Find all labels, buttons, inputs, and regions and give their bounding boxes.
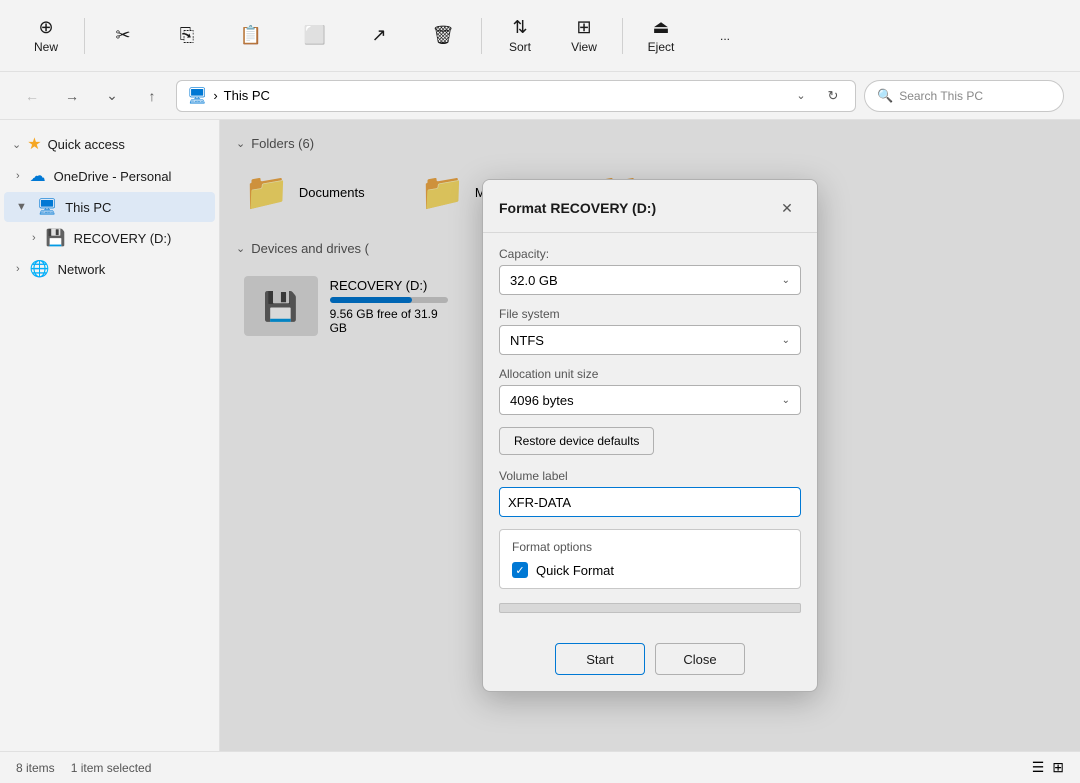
breadcrumb-pc: This PC [224, 88, 270, 103]
content-area: ⌄ Folders (6) 📁 Documents 📁 Music 📁 Vide… [220, 120, 1080, 751]
delete-icon: 🗑 [432, 25, 455, 46]
filesystem-value: NTFS [510, 333, 544, 348]
dialog-titlebar: Format RECOVERY (D:) ✕ [483, 180, 817, 233]
main-area: ⌄ ★ Quick access › ☁ OneDrive - Personal… [0, 120, 1080, 751]
quick-format-label: Quick Format [536, 563, 614, 578]
sidebar-item-recovery[interactable]: › 💾 RECOVERY (D:) [4, 223, 215, 253]
toolbar-divider-1 [84, 18, 85, 54]
capacity-dropdown[interactable]: 32.0 GB ⌄ [499, 265, 801, 295]
thispc-expand-icon: ▼ [16, 201, 27, 213]
allocation-chevron-icon: ⌄ [782, 395, 790, 406]
capacity-label: Capacity: [499, 247, 801, 261]
network-icon: 🌐 [30, 259, 50, 279]
volume-label-label: Volume label [499, 469, 801, 483]
capacity-chevron-icon: ⌄ [782, 275, 790, 286]
format-options-title: Format options [512, 540, 788, 554]
copy-button[interactable]: ⎘ [157, 19, 217, 52]
progress-bar [499, 603, 801, 613]
close-button[interactable]: Close [655, 643, 745, 675]
quickaccess-chevron: ⌄ [12, 138, 21, 151]
pc-icon: 🖥 [187, 86, 207, 106]
search-icon: 🔍 [877, 88, 893, 104]
filesystem-label: File system [499, 307, 801, 321]
dialog-footer: Start Close [483, 643, 817, 691]
sidebar: ⌄ ★ Quick access › ☁ OneDrive - Personal… [0, 120, 220, 751]
cut-button[interactable]: ✂ [93, 19, 153, 52]
share-button[interactable]: ↗ [349, 19, 409, 52]
quick-format-checkbox[interactable]: ✓ [512, 562, 528, 578]
network-label: Network [58, 262, 106, 277]
copy-icon: ⎘ [180, 25, 194, 46]
allocation-label: Allocation unit size [499, 367, 801, 381]
eject-button[interactable]: ⏏ Eject [631, 11, 691, 60]
recovery-expand-icon: › [32, 232, 36, 244]
dialog-body: Capacity: 32.0 GB ⌄ File system NTFS ⌄ A… [483, 233, 817, 643]
recovery-drive-icon: 💾 [46, 228, 66, 248]
up-button[interactable]: ↑ [136, 80, 168, 112]
grid-view-button[interactable]: ⊞ [1052, 759, 1064, 776]
recovery-label: RECOVERY (D:) [74, 231, 172, 246]
paste-icon: 📋 [240, 25, 262, 46]
eject-icon: ⏏ [652, 17, 669, 38]
filesystem-chevron-icon: ⌄ [782, 335, 790, 346]
onedrive-icon: ☁ [30, 166, 46, 186]
sort-icon: ⇅ [512, 17, 527, 38]
cut-icon: ✂ [115, 25, 130, 46]
toolbar-divider-3 [622, 18, 623, 54]
dialog-title: Format RECOVERY (D:) [499, 200, 656, 216]
dialog-overlay: Format RECOVERY (D:) ✕ Capacity: 32.0 GB… [220, 120, 1080, 751]
address-path[interactable]: 🖥 › This PC ⌄ ↻ [176, 80, 856, 112]
back-button[interactable]: ← [16, 80, 48, 112]
new-button[interactable]: ⊕ New [16, 11, 76, 60]
statusbar-right: ☰ ⊞ [1032, 759, 1064, 776]
sidebar-item-thispc[interactable]: ▼ 🖥 This PC [4, 192, 215, 222]
toolbar-divider-2 [481, 18, 482, 54]
view-button[interactable]: ⊞ View [554, 11, 614, 60]
more-button[interactable]: ... [695, 23, 755, 49]
quick-format-row: ✓ Quick Format [512, 562, 788, 578]
address-bar: ← → ⌄ ↑ 🖥 › This PC ⌄ ↻ 🔍 Search This PC [0, 72, 1080, 120]
list-view-button[interactable]: ☰ [1032, 759, 1045, 776]
network-expand-icon: › [16, 263, 20, 275]
sidebar-section-quickaccess[interactable]: ⌄ ★ Quick access [0, 128, 219, 160]
view-icon: ⊞ [576, 17, 591, 38]
allocation-value: 4096 bytes [510, 393, 574, 408]
delete-button[interactable]: 🗑 [413, 19, 473, 52]
statusbar: 8 items 1 item selected ☰ ⊞ [0, 751, 1080, 783]
allocation-dropdown[interactable]: 4096 bytes ⌄ [499, 385, 801, 415]
forward-button[interactable]: → [56, 80, 88, 112]
dialog-close-button[interactable]: ✕ [773, 194, 801, 222]
new-icon: ⊕ [38, 17, 53, 38]
toolbar: ⊕ New ✂ ⎘ 📋 ⬜ ↗ 🗑 ⇅ Sort ⊞ View ⏏ Eject … [0, 0, 1080, 72]
path-dropdown-button[interactable]: ⌄ [789, 84, 813, 108]
sidebar-item-network[interactable]: › 🌐 Network [4, 254, 215, 284]
paste-button[interactable]: 📋 [221, 19, 281, 52]
restore-defaults-button[interactable]: Restore device defaults [499, 427, 654, 455]
sort-button[interactable]: ⇅ Sort [490, 11, 550, 60]
thispc-label: This PC [65, 200, 111, 215]
filesystem-dropdown[interactable]: NTFS ⌄ [499, 325, 801, 355]
breadcrumb-separator: › [213, 88, 217, 103]
quickaccess-star-icon: ★ [27, 134, 41, 154]
quickaccess-label: Quick access [48, 137, 125, 152]
share-icon: ↗ [371, 25, 386, 46]
selected-count: 1 item selected [71, 761, 152, 775]
sidebar-item-onedrive[interactable]: › ☁ OneDrive - Personal [4, 161, 215, 191]
thispc-icon: 🖥 [37, 197, 57, 217]
item-count: 8 items [16, 761, 55, 775]
capacity-value: 32.0 GB [510, 273, 558, 288]
rename-button[interactable]: ⬜ [285, 19, 345, 52]
refresh-button[interactable]: ↻ [821, 84, 845, 108]
format-options-box: Format options ✓ Quick Format [499, 529, 801, 589]
volume-label-input[interactable] [499, 487, 801, 517]
onedrive-expand-icon: › [16, 170, 20, 182]
format-dialog: Format RECOVERY (D:) ✕ Capacity: 32.0 GB… [482, 179, 818, 692]
rename-icon: ⬜ [304, 25, 326, 46]
start-button[interactable]: Start [555, 643, 645, 675]
recent-button[interactable]: ⌄ [96, 80, 128, 112]
search-box[interactable]: 🔍 Search This PC [864, 80, 1064, 112]
onedrive-label: OneDrive - Personal [54, 169, 172, 184]
